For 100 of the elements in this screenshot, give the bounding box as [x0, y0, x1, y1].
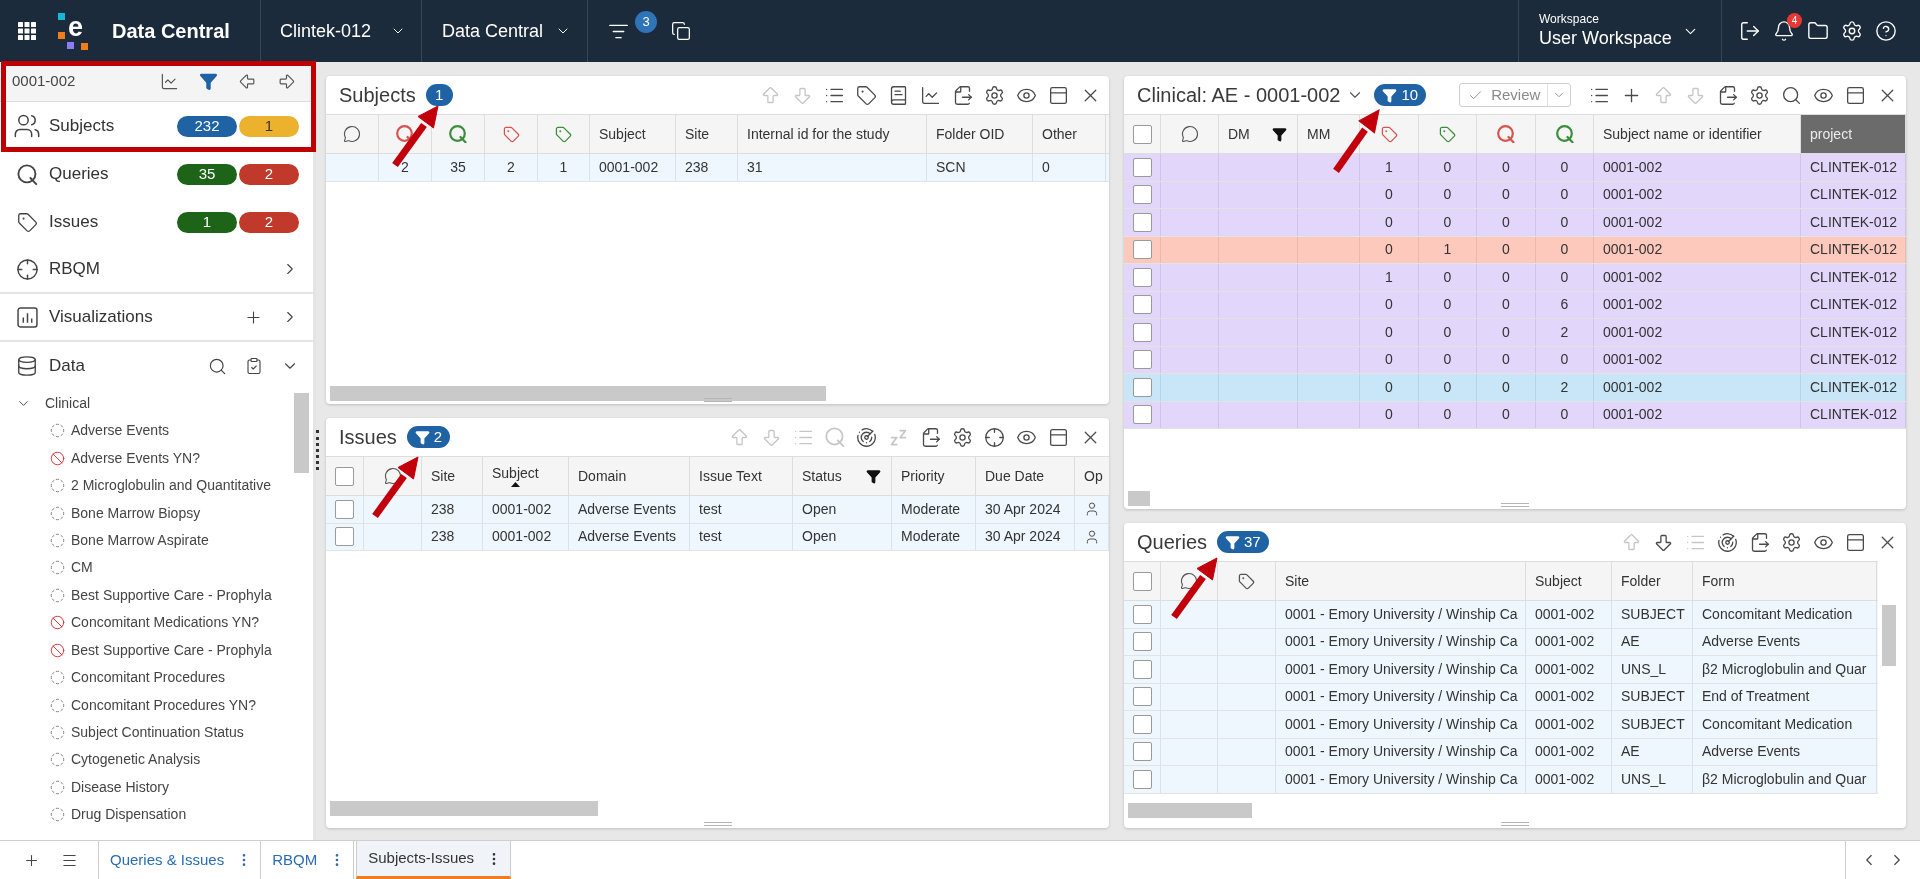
column-header[interactable]: Subject — [1526, 562, 1612, 600]
radar-icon[interactable] — [856, 426, 877, 448]
search-icon[interactable] — [1781, 84, 1802, 106]
select-all-checkbox[interactable] — [1132, 571, 1152, 591]
arrow-left-icon[interactable] — [238, 72, 257, 91]
select-all-checkbox[interactable] — [1132, 124, 1152, 144]
checkbox[interactable] — [1132, 267, 1152, 287]
nav-item-label[interactable]: Issues — [49, 209, 99, 235]
settings-icon[interactable] — [1749, 84, 1770, 106]
column-header[interactable]: Due Date — [976, 457, 1075, 495]
scrollbar[interactable] — [294, 393, 309, 473]
export-icon[interactable] — [952, 84, 973, 106]
checkbox[interactable] — [1132, 350, 1152, 370]
tree-item[interactable]: Adverse Events YN? — [71, 447, 200, 469]
nav-item-label[interactable]: Visualizations — [49, 304, 153, 330]
column-header[interactable]: Status — [793, 457, 892, 495]
tree-item[interactable]: Drug Dispensation — [71, 804, 187, 826]
settings-icon[interactable] — [1841, 20, 1863, 42]
column-header[interactable]: Domain — [569, 457, 690, 495]
checkbox[interactable] — [1132, 604, 1152, 624]
workspace-tab[interactable]: Queries & Issues — [99, 841, 262, 879]
column-header[interactable]: Op — [1075, 457, 1109, 495]
filter-icon[interactable] — [866, 468, 881, 484]
checkbox[interactable] — [1132, 405, 1152, 425]
crosshair-icon[interactable] — [984, 426, 1005, 448]
tree-node[interactable]: Clinical — [45, 393, 91, 414]
column-header[interactable]: project — [1801, 115, 1906, 153]
nav-item-label[interactable]: RBQM — [49, 256, 100, 282]
tag-icon[interactable] — [856, 84, 877, 106]
radar-icon[interactable] — [1717, 531, 1738, 553]
column-header[interactable]: Issue Text — [690, 457, 793, 495]
checkbox[interactable] — [335, 499, 354, 519]
checkbox[interactable] — [1132, 240, 1152, 260]
tree-item[interactable]: Adverse Events — [71, 420, 170, 442]
tree-item[interactable]: Bone Marrow Biopsy — [71, 502, 201, 524]
filter-icon[interactable] — [1272, 126, 1287, 142]
tree-item[interactable]: Best Supportive Care - Prophyla — [71, 639, 272, 661]
column-header[interactable]: Internal id for the study — [738, 115, 927, 153]
checkbox[interactable] — [1132, 185, 1152, 205]
checkbox[interactable] — [1132, 157, 1152, 177]
folder-icon[interactable] — [1807, 20, 1829, 42]
export-icon[interactable] — [920, 426, 941, 448]
checkbox[interactable] — [1132, 742, 1152, 762]
scrollbar[interactable] — [1128, 803, 1252, 818]
apps-icon[interactable] — [18, 22, 36, 40]
settings-icon[interactable] — [1781, 531, 1802, 553]
scrollbar[interactable] — [1128, 491, 1150, 506]
tree-item[interactable]: Concomitant Procedures YN? — [71, 694, 256, 716]
column-header[interactable]: Subject — [590, 115, 676, 153]
export-icon[interactable] — [1717, 84, 1738, 106]
checkbox[interactable] — [1132, 212, 1152, 232]
search-icon[interactable] — [208, 356, 227, 376]
panel-icon[interactable] — [1048, 84, 1069, 106]
column-header[interactable]: Form — [1693, 562, 1877, 600]
column-header[interactable]: Site — [676, 115, 738, 153]
resize-handle[interactable] — [1501, 822, 1529, 826]
scrollbar[interactable] — [1882, 605, 1896, 666]
splitter-handle[interactable] — [316, 430, 320, 470]
count-badge[interactable]: 1 — [425, 84, 453, 106]
panel-icon[interactable] — [1845, 531, 1866, 553]
line-chart-icon[interactable] — [160, 72, 179, 91]
column-header[interactable]: Folder OID — [927, 115, 1033, 153]
filter-count-badge[interactable]: 37 — [1217, 531, 1269, 553]
study-dropdown[interactable]: Clintek-012 — [261, 0, 421, 62]
tree-item[interactable]: CM — [71, 557, 93, 579]
tree-item[interactable]: Disease History — [71, 776, 170, 798]
nav-item-label[interactable]: Subjects — [49, 113, 115, 139]
checkbox[interactable] — [1132, 714, 1152, 734]
nav-item-label[interactable]: Data — [49, 353, 85, 379]
column-header[interactable]: Site — [1276, 562, 1526, 600]
column-header[interactable]: Other — [1033, 115, 1106, 153]
arrow-right-icon[interactable] — [277, 72, 296, 91]
resize-handle[interactable] — [703, 822, 732, 826]
tree-item[interactable]: Concomitant Medications YN? — [71, 612, 260, 634]
book-icon[interactable] — [888, 84, 909, 106]
checkbox[interactable] — [1132, 377, 1152, 397]
column-header[interactable]: Subject — [483, 457, 569, 495]
filter-count-badge[interactable]: 10 — [1374, 84, 1427, 106]
scrollbar[interactable] — [330, 801, 598, 816]
log-out-icon[interactable] — [1739, 20, 1761, 42]
settings-icon[interactable] — [984, 84, 1005, 106]
tree-item[interactable]: 2 Microglobulin and Quantitative — [71, 475, 271, 497]
resize-handle[interactable] — [1501, 503, 1529, 507]
settings-icon[interactable] — [952, 426, 973, 448]
checkbox[interactable] — [1132, 769, 1152, 789]
clipboard-check-icon[interactable] — [245, 357, 263, 375]
column-header[interactable]: Site — [422, 457, 483, 495]
checkbox[interactable] — [1132, 632, 1152, 652]
workspace-dropdown[interactable]: Workspace User Workspace — [1519, 0, 1721, 62]
module-dropdown[interactable]: Data Central — [422, 0, 587, 62]
sort-ascending-icon[interactable] — [510, 482, 520, 487]
column-header[interactable]: Priority — [892, 457, 976, 495]
tree-item[interactable]: Best Supportive Care - Prophyla — [71, 584, 272, 606]
panel-icon[interactable] — [1845, 84, 1866, 106]
tree-item[interactable]: Subject Continuation Status — [71, 722, 244, 744]
tree-item[interactable]: Concomitant Procedures — [71, 667, 226, 689]
checkbox[interactable] — [1132, 659, 1152, 679]
select-all-checkbox[interactable] — [335, 466, 354, 486]
help-icon[interactable] — [1875, 20, 1897, 42]
checkbox[interactable] — [1132, 322, 1152, 342]
